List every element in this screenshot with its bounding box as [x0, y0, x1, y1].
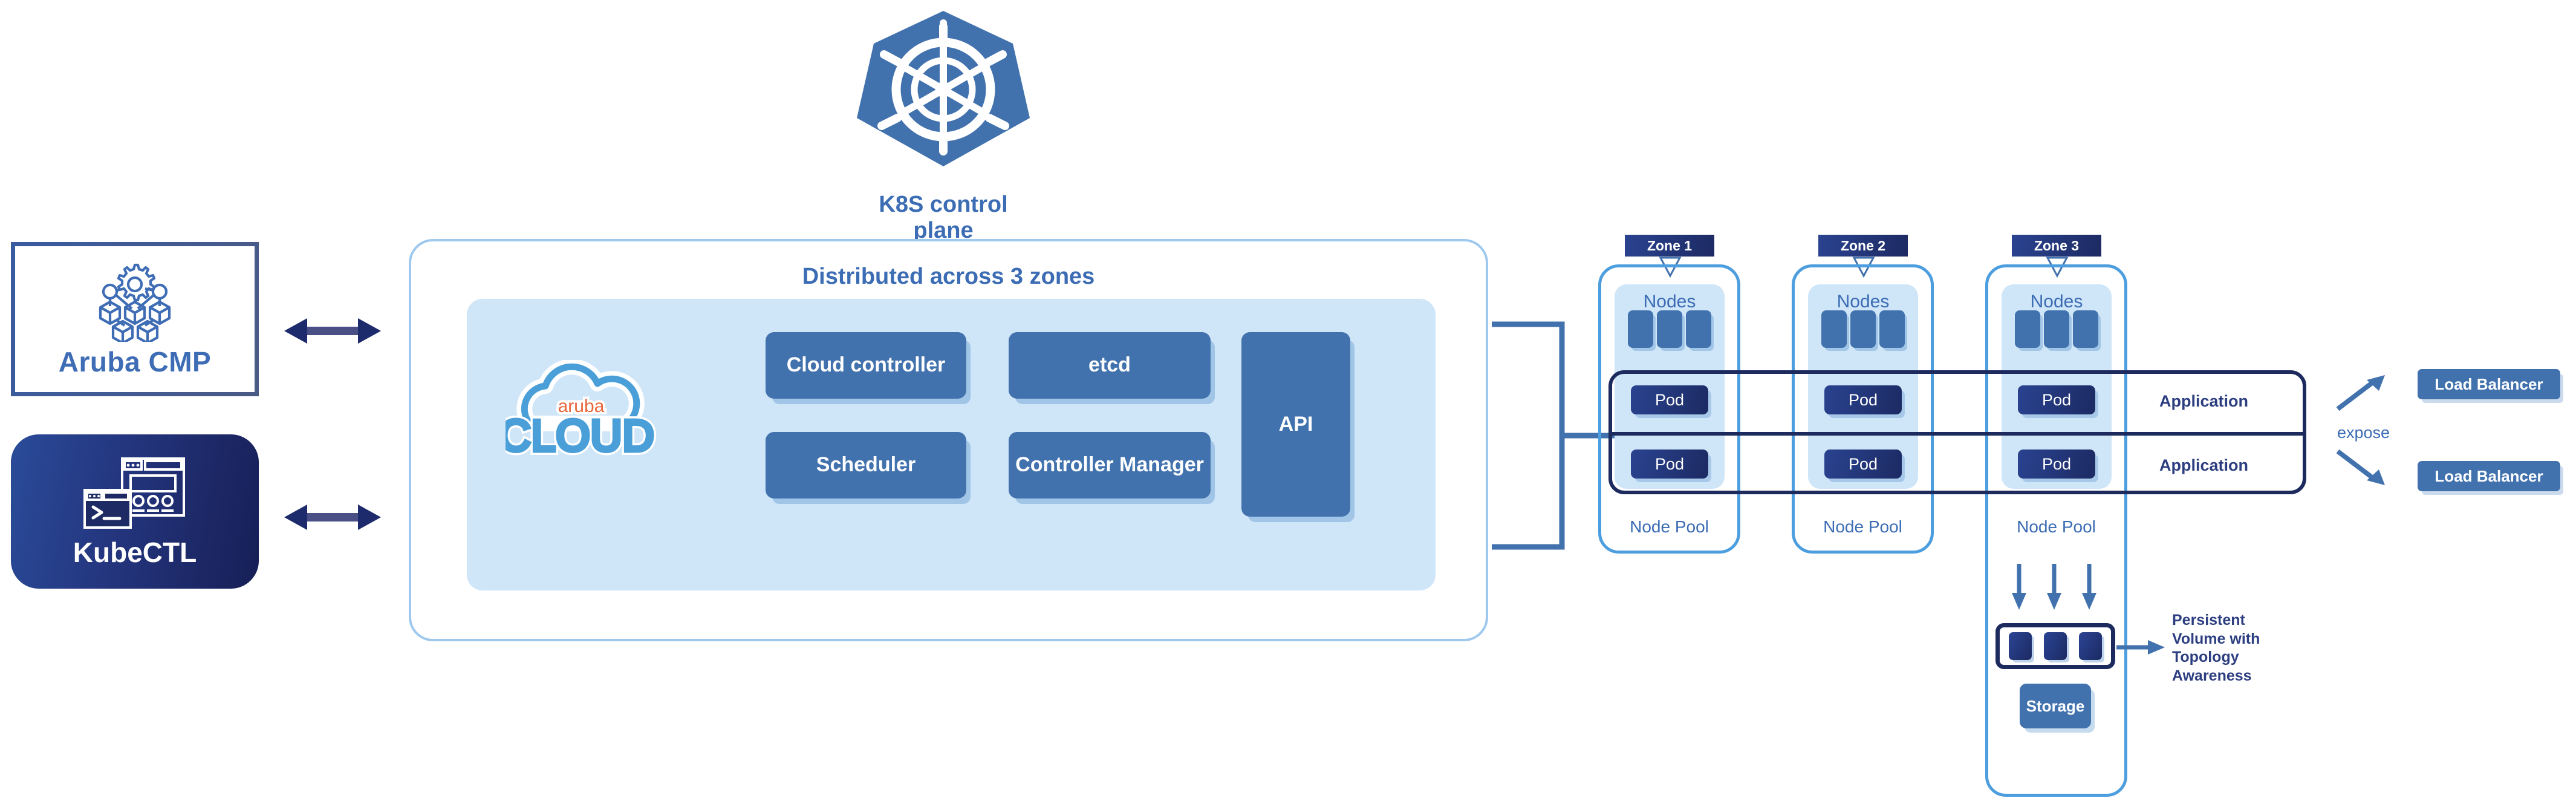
cp-box-scheduler-label: Scheduler: [816, 453, 916, 477]
zone-1-node-chip[interactable]: [1686, 310, 1711, 348]
load-balancer-box-1[interactable]: Load Balancer: [2418, 369, 2560, 399]
arrow-up-right-icon: [2336, 375, 2385, 411]
zone-2-node-chip[interactable]: [1879, 310, 1905, 348]
pv-chip[interactable]: [2009, 632, 2032, 660]
zone-2-node-chip[interactable]: [1821, 310, 1847, 348]
aruba-cmp-card[interactable]: Aruba CMP: [11, 242, 259, 396]
application-label-2: Application: [2159, 456, 2248, 474]
storage-label: Storage: [2026, 696, 2085, 715]
aruba-cmp-label: Aruba CMP: [58, 346, 212, 378]
aruba-cloud-logo-icon: aruba aruba CLOUD CLOUD: [506, 360, 657, 465]
expose-label: expose: [2337, 423, 2390, 442]
pv-chip[interactable]: [2044, 632, 2067, 660]
terminal-windows-icon: [83, 457, 185, 529]
arrow-down-right-icon: [2336, 449, 2385, 485]
cp-box-etcd-label: etcd: [1088, 353, 1131, 377]
arrow-down-icon: [2012, 564, 2096, 610]
zone-3-node-chip[interactable]: [2073, 310, 2098, 348]
svg-text:CLOUD: CLOUD: [506, 412, 655, 460]
load-balancer-box-2[interactable]: Load Balancer: [2418, 461, 2560, 491]
cp-box-cloud-controller[interactable]: Cloud controller: [766, 332, 966, 399]
aruba-cmp-bidirectional-arrow-icon: [284, 318, 381, 344]
zone-1-node-chip[interactable]: [1657, 310, 1682, 348]
cp-box-api-label: API: [1278, 412, 1313, 436]
zone-2-nodepool-label: Node Pool: [1823, 517, 1902, 536]
kubectl-card[interactable]: KubeCTL: [11, 434, 259, 589]
zone-3-node-chip[interactable]: [2044, 310, 2069, 348]
zone-1-node-chip[interactable]: [1628, 310, 1653, 348]
zone-3-badge-label: Zone 3: [2034, 237, 2080, 253]
kubernetes-helm-wheel-icon: [857, 11, 1030, 166]
application-label-1: Application: [2159, 392, 2248, 410]
zone-1-badge-label: Zone 1: [1647, 237, 1693, 253]
load-balancer-label-1: Load Balancer: [2435, 374, 2543, 393]
arrow-right-icon: [2116, 640, 2165, 655]
zone-2-badge-label: Zone 2: [1840, 237, 1886, 253]
k8s-control-plane-logo-group: K8S control plane: [853, 6, 1034, 244]
diagram-canvas: K8S control plane Aruba CMP KubeCTL Dist…: [0, 0, 2576, 801]
zone-3-badge: Zone 3: [2012, 235, 2101, 257]
persistent-volume-text: Persistent Volume with Topology Awarenes…: [2172, 612, 2260, 684]
network-gear-nodes-icon: [99, 263, 171, 342]
control-plane-title: Distributed across 3 zones: [802, 264, 1095, 289]
page-title: K8S control plane: [879, 192, 1008, 243]
cp-box-controller-manager-label: Controller Manager: [1015, 453, 1204, 477]
kubectl-bidirectional-arrow-icon: [284, 505, 381, 530]
load-balancer-label-2: Load Balancer: [2435, 466, 2543, 485]
kubectl-label: KubeCTL: [73, 536, 197, 568]
zone-3-node-chip[interactable]: [2015, 310, 2040, 348]
zone-3-nodes-label: Nodes: [2030, 292, 2083, 312]
zone-3-nodepool-label: Node Pool: [2017, 517, 2096, 536]
cp-box-controller-manager[interactable]: Controller Manager: [1009, 432, 1211, 499]
zone-1-nodepool-label: Node Pool: [1630, 517, 1709, 536]
zone-1-nodes-label: Nodes: [1643, 292, 1696, 312]
zone-1-badge: Zone 1: [1625, 235, 1714, 257]
cp-box-cloud-controller-label: Cloud controller: [786, 353, 946, 377]
zone-2-badge: Zone 2: [1818, 235, 1908, 257]
application-capsule-divider: [1612, 432, 2303, 436]
zone-2-node-chip[interactable]: [1850, 310, 1876, 348]
zone-2-nodes-label: Nodes: [1836, 292, 1890, 312]
storage-box[interactable]: Storage: [2020, 684, 2091, 728]
cp-box-etcd[interactable]: etcd: [1009, 332, 1211, 399]
cp-box-scheduler[interactable]: Scheduler: [766, 432, 966, 499]
cp-box-api[interactable]: API: [1241, 332, 1350, 517]
pv-chip[interactable]: [2079, 632, 2102, 660]
